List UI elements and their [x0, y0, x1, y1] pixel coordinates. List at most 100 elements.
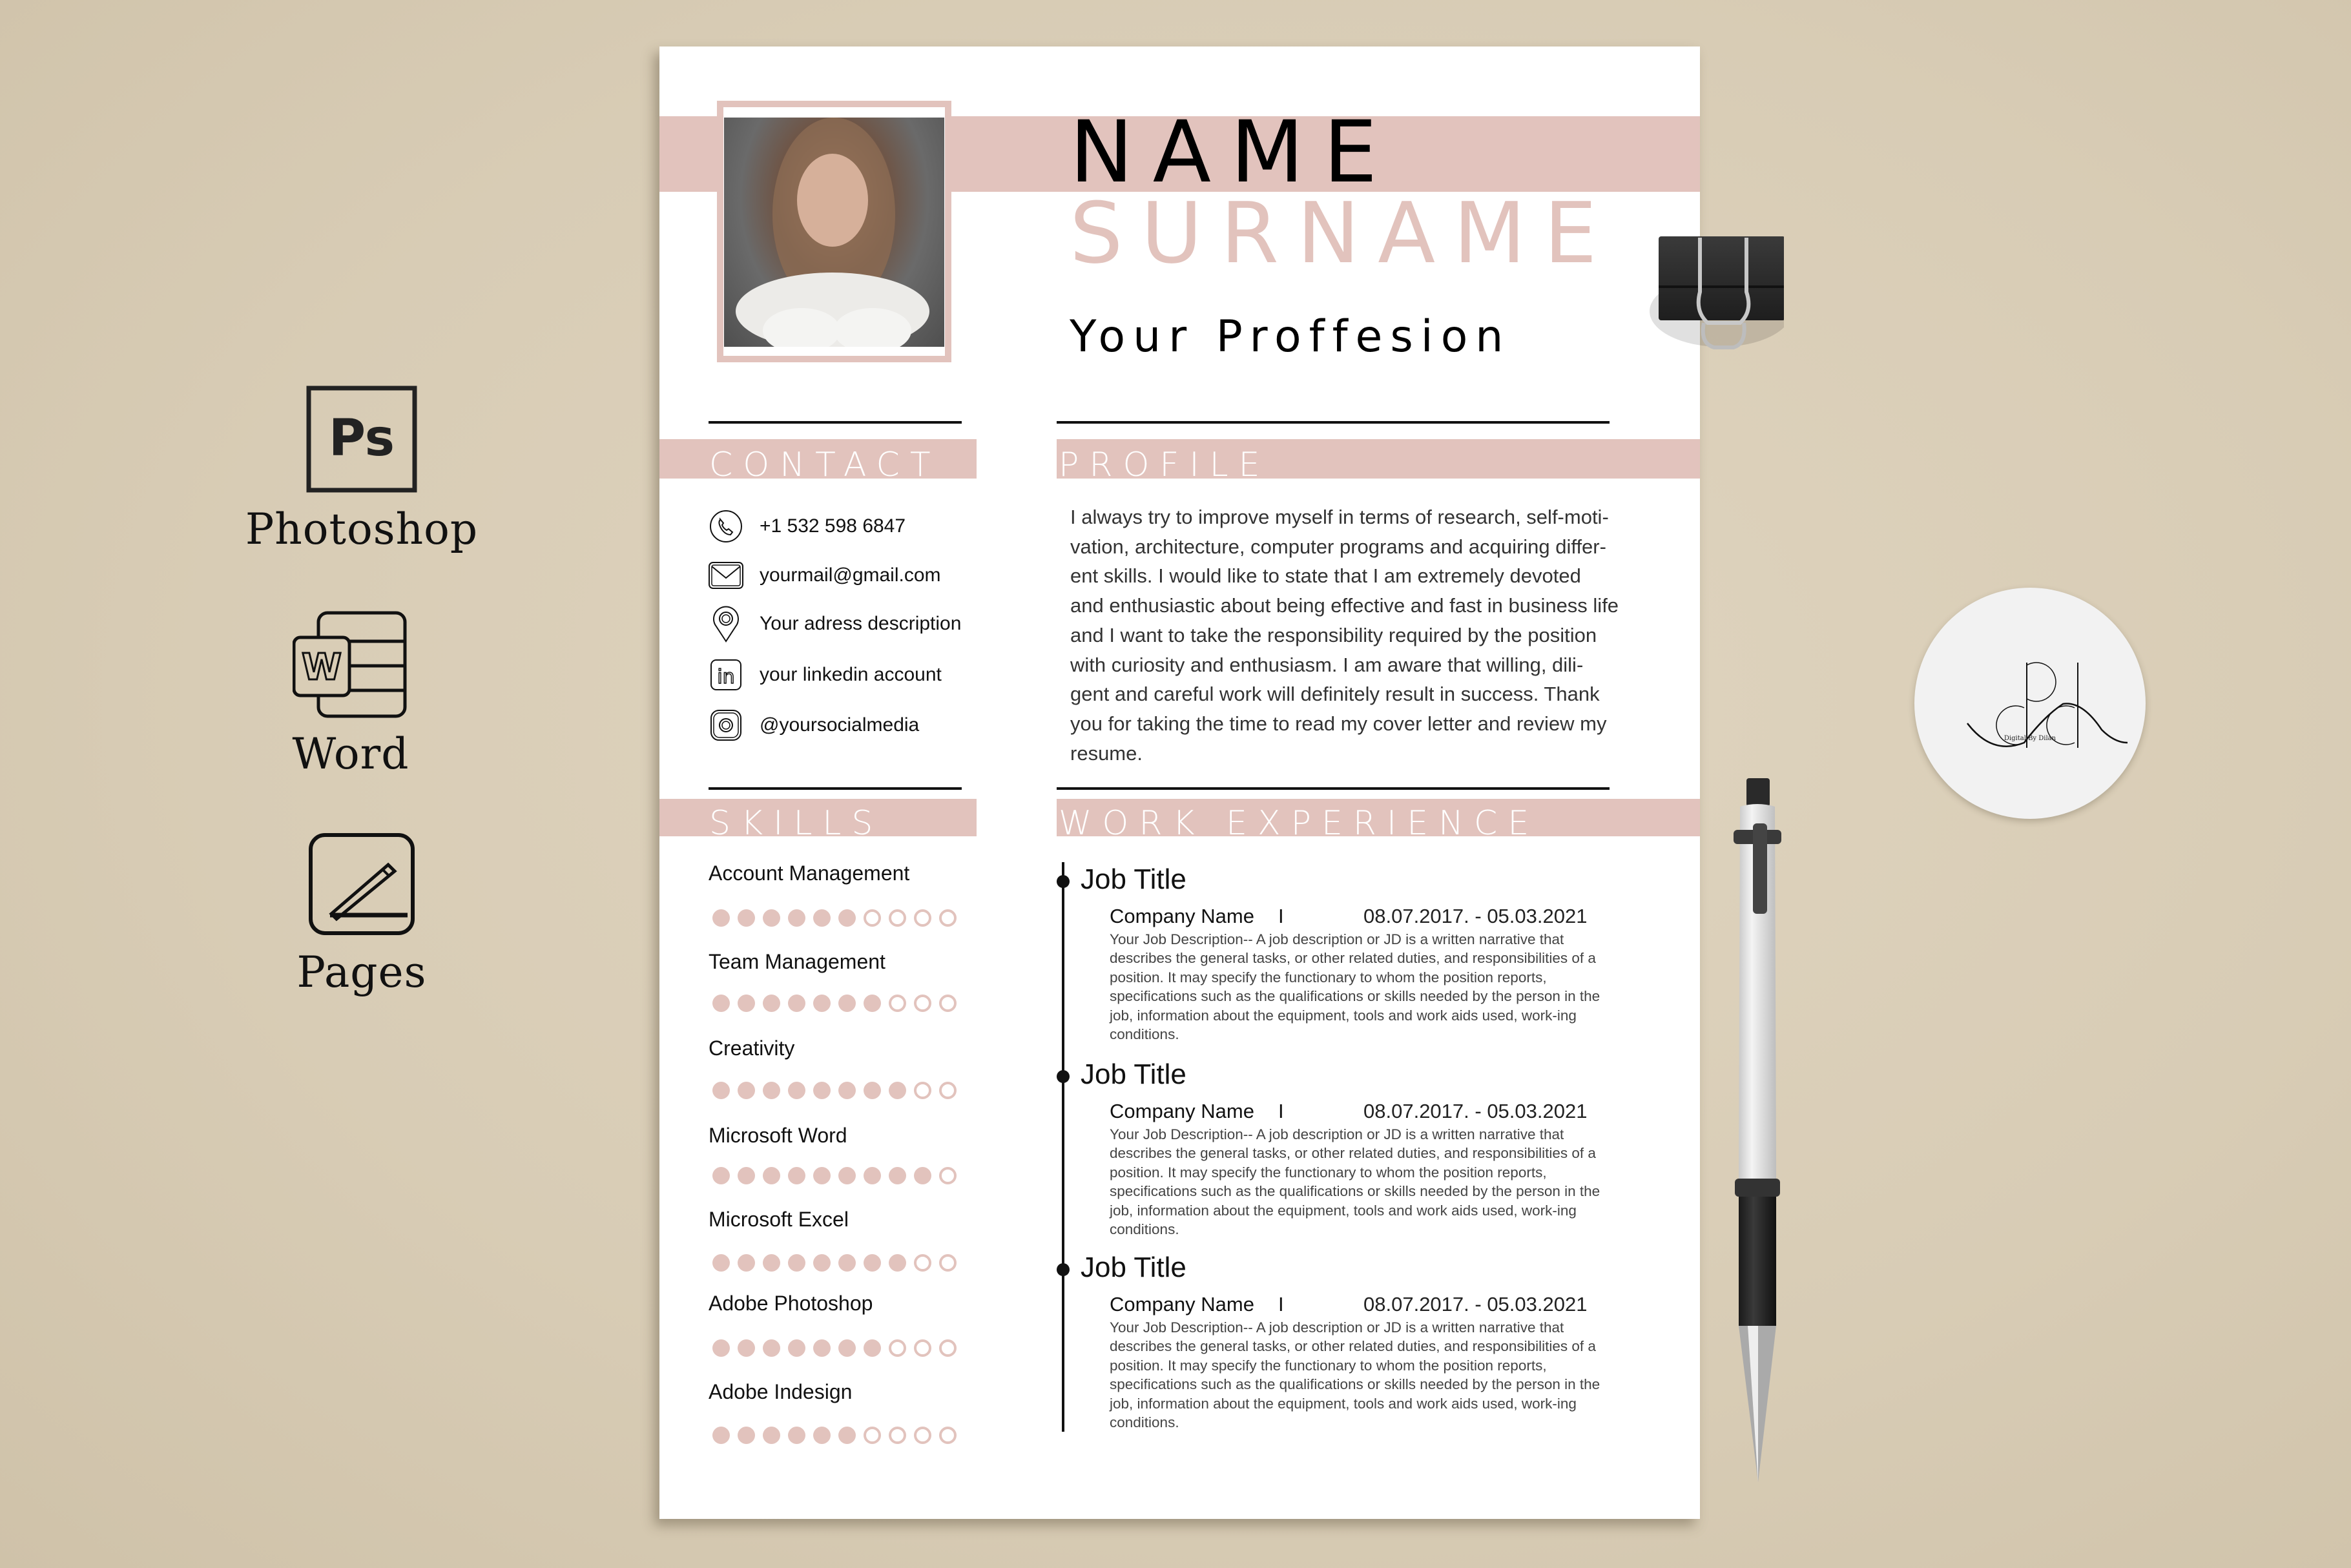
resume-page: NAME SURNAME Your Proffesion CONTACT +1 …	[659, 46, 1700, 1519]
skill-label: Creativity	[709, 1037, 795, 1060]
app-badge-word: W Word	[215, 610, 486, 779]
skill-label: Microsoft Word	[709, 1124, 847, 1147]
svg-text:in: in	[717, 666, 734, 688]
rating-dot-filled	[889, 1254, 906, 1272]
rating-dot-filled	[889, 1167, 906, 1184]
skill-label: Team Management	[709, 950, 886, 973]
rating-dot-filled	[864, 1082, 881, 1099]
rating-dot-filled	[864, 1254, 881, 1272]
photo-frame	[717, 101, 951, 362]
divider-contact	[709, 421, 962, 424]
skill-label: Adobe Photoshop	[709, 1292, 873, 1315]
rating-dot-empty	[914, 1082, 931, 1099]
contact-item-email[interactable]: yourmail@gmail.com	[708, 557, 941, 593]
job-title: Job Title	[1081, 1058, 1186, 1090]
rating-dot-filled	[788, 1167, 805, 1184]
rating-dot-empty	[939, 1427, 957, 1444]
svg-text:Ps: Ps	[329, 409, 395, 468]
skills-heading: SKILLS	[709, 804, 884, 843]
rating-dot-filled	[813, 909, 831, 927]
job-title: Job Title	[1081, 863, 1186, 895]
photoshop-icon: Ps	[306, 386, 417, 493]
rating-dot-filled	[864, 995, 881, 1012]
rating-dot-empty	[864, 1427, 881, 1444]
rating-dot-filled	[712, 995, 730, 1012]
divider-skills	[709, 787, 962, 790]
contact-item-address[interactable]: Your adress description	[708, 606, 961, 643]
contact-email: yourmail@gmail.com	[760, 564, 941, 586]
rating-dot-filled	[738, 1167, 755, 1184]
divider-experience	[1057, 787, 1610, 790]
rating-dot-filled	[763, 1167, 780, 1184]
rating-dot-filled	[738, 1339, 755, 1357]
rating-dot-filled	[712, 1339, 730, 1357]
pages-icon	[309, 833, 415, 935]
timeline-line	[1062, 862, 1064, 1432]
app-label-word: Word	[292, 729, 409, 779]
job-dates: 08.07.2017. - 05.03.2021	[1363, 1293, 1588, 1315]
rating-dot-empty	[939, 995, 957, 1012]
profile-summary: I always try to improve myself in terms …	[1070, 506, 1619, 765]
app-badge-pages: Pages	[226, 832, 497, 997]
job-dates: 08.07.2017. - 05.03.2021	[1363, 1100, 1588, 1122]
contact-social: @yoursocialmedia	[760, 714, 920, 736]
divider-profile	[1057, 421, 1610, 424]
rating-dot-filled	[914, 1167, 931, 1184]
rating-dot-filled	[712, 1254, 730, 1272]
rating-dot-filled	[838, 1167, 856, 1184]
rating-dot-filled	[813, 995, 831, 1012]
rating-dot-empty	[889, 1339, 906, 1357]
rating-dot-filled	[864, 1339, 881, 1357]
rating-dot-filled	[838, 1082, 856, 1099]
rating-dot-filled	[838, 1254, 856, 1272]
rating-dot-filled	[712, 1167, 730, 1184]
rating-dot-filled	[763, 995, 780, 1012]
contact-linkedin: your linkedin account	[760, 664, 942, 685]
brand-logo: Digital By Dilan	[1914, 588, 2146, 819]
instagram-icon	[708, 707, 744, 743]
rating-dot-filled	[838, 909, 856, 927]
rating-dot-filled	[813, 1082, 831, 1099]
contact-item-social[interactable]: @yoursocialmedia	[708, 707, 919, 743]
linkedin-icon: in	[708, 657, 744, 693]
rating-dot-filled	[738, 995, 755, 1012]
contact-item-linkedin[interactable]: in your linkedin account	[708, 657, 942, 693]
rating-dot-empty	[914, 1427, 931, 1444]
rating-dot-empty	[939, 1082, 957, 1099]
rating-dot-filled	[763, 909, 780, 927]
job-description: Your Job Description-- A job description…	[1110, 1319, 1600, 1431]
job-dates: 08.07.2017. - 05.03.2021	[1363, 905, 1588, 927]
job-company: Company Name	[1110, 905, 1254, 927]
surname-heading: SURNAME	[1070, 184, 1615, 282]
skill-label: Microsoft Excel	[709, 1208, 849, 1231]
rating-dot-filled	[813, 1254, 831, 1272]
rating-dot-filled	[813, 1167, 831, 1184]
rating-dot-filled	[788, 995, 805, 1012]
job-title: Job Title	[1081, 1252, 1186, 1283]
phone-icon	[708, 508, 744, 544]
rating-dot-empty	[939, 1167, 957, 1184]
rating-dot-filled	[788, 909, 805, 927]
rating-dot-empty	[914, 1339, 931, 1357]
experience-heading: WORK EXPERIENCE	[1059, 804, 1540, 843]
rating-dot-filled	[889, 1082, 906, 1099]
app-label-photoshop: Photoshop	[245, 504, 479, 554]
rating-dot-filled	[712, 909, 730, 927]
rating-dot-filled	[788, 1082, 805, 1099]
profile-heading: PROFILE	[1059, 446, 1270, 484]
rating-dot-filled	[838, 995, 856, 1012]
skill-label: Account Management	[709, 861, 910, 885]
contact-item-phone[interactable]: +1 532 598 6847	[708, 508, 906, 544]
rating-dot-filled	[763, 1254, 780, 1272]
rating-dot-empty	[889, 1427, 906, 1444]
app-badge-photoshop: Ps Photoshop	[226, 386, 497, 554]
binder-clip	[1650, 236, 1784, 349]
rating-dot-empty	[914, 995, 931, 1012]
timeline-dot	[1057, 1263, 1070, 1276]
rating-dot-filled	[864, 1167, 881, 1184]
rating-dot-empty	[939, 1339, 957, 1357]
job-separator: I	[1278, 905, 1284, 927]
rating-dot-filled	[838, 1427, 856, 1444]
profile-photo	[724, 118, 944, 347]
rating-dot-filled	[813, 1427, 831, 1444]
